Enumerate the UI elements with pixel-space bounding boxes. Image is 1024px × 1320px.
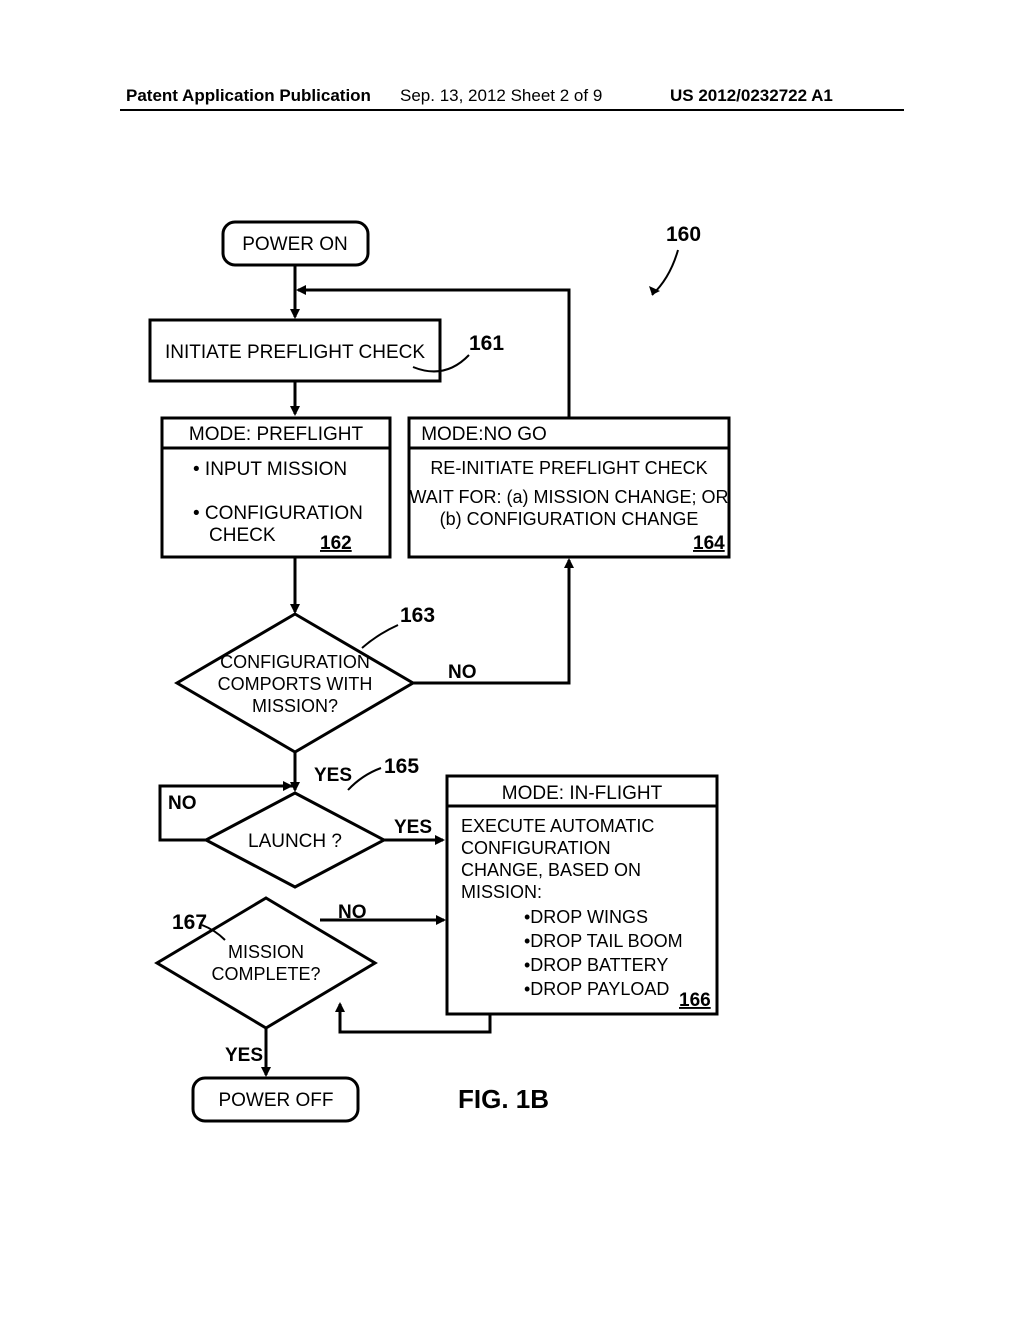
ref-160: 160 <box>666 223 701 246</box>
inflight-l3: CHANGE, BASED ON <box>461 860 641 880</box>
pointer-165 <box>348 768 381 790</box>
config-l3: MISSION? <box>252 696 338 716</box>
launch-text: LAUNCH ? <box>248 831 342 852</box>
ref-161: 161 <box>469 332 504 355</box>
inflight-b3: •DROP BATTERY <box>524 955 668 975</box>
nogo-title: MODE:NO GO <box>421 424 547 445</box>
edge-config-no <box>413 560 569 683</box>
nogo-l3: (b) CONFIGURATION CHANGE <box>440 509 699 529</box>
preflight-title: MODE: PREFLIGHT <box>189 424 364 445</box>
edge-mission-yes-label: YES <box>225 1045 263 1066</box>
ref-163: 163 <box>400 604 435 627</box>
edge-config-yes-label: YES <box>314 765 352 786</box>
mission-l1: MISSION <box>228 942 304 962</box>
edge-launch-yes-label: YES <box>394 817 432 838</box>
inflight-b2: •DROP TAIL BOOM <box>524 931 683 951</box>
initiate-text: INITIATE PREFLIGHT CHECK <box>165 342 425 363</box>
power-on-text: POWER ON <box>242 234 348 255</box>
inflight-title: MODE: IN-FLIGHT <box>502 783 663 804</box>
pointer-160 <box>652 250 678 295</box>
inflight-l1: EXECUTE AUTOMATIC <box>461 816 654 836</box>
inflight-l4: MISSION: <box>461 882 542 902</box>
flowchart: POWER ON 160 INITIATE PREFLIGHT CHECK 16… <box>0 0 1024 1320</box>
preflight-l2: • CONFIGURATION <box>193 503 363 524</box>
ref-164: 164 <box>693 533 725 554</box>
pointer-163 <box>362 625 398 648</box>
mission-l2: COMPLETE? <box>211 964 320 984</box>
inflight-b1: •DROP WINGS <box>524 907 648 927</box>
nogo-l1: RE-INITIATE PREFLIGHT CHECK <box>430 458 707 478</box>
preflight-l3: CHECK <box>209 525 276 546</box>
inflight-l2: CONFIGURATION <box>461 838 611 858</box>
ref-162: 162 <box>320 533 352 554</box>
ref-167: 167 <box>172 911 207 934</box>
edge-config-no-label: NO <box>448 662 477 683</box>
config-l2: COMPORTS WITH <box>218 674 373 694</box>
ref-166: 166 <box>679 990 711 1011</box>
inflight-b4: •DROP PAYLOAD <box>524 979 669 999</box>
power-off-text: POWER OFF <box>218 1090 333 1111</box>
ref-165: 165 <box>384 755 419 778</box>
preflight-l1: • INPUT MISSION <box>193 459 347 480</box>
config-l1: CONFIGURATION <box>220 652 370 672</box>
figure-caption: FIG. 1B <box>458 1084 549 1114</box>
edge-launch-no-label: NO <box>168 793 197 814</box>
page-root: Patent Application Publication Sep. 13, … <box>0 0 1024 1320</box>
nogo-l2: WAIT FOR: (a) MISSION CHANGE; OR <box>409 487 728 507</box>
